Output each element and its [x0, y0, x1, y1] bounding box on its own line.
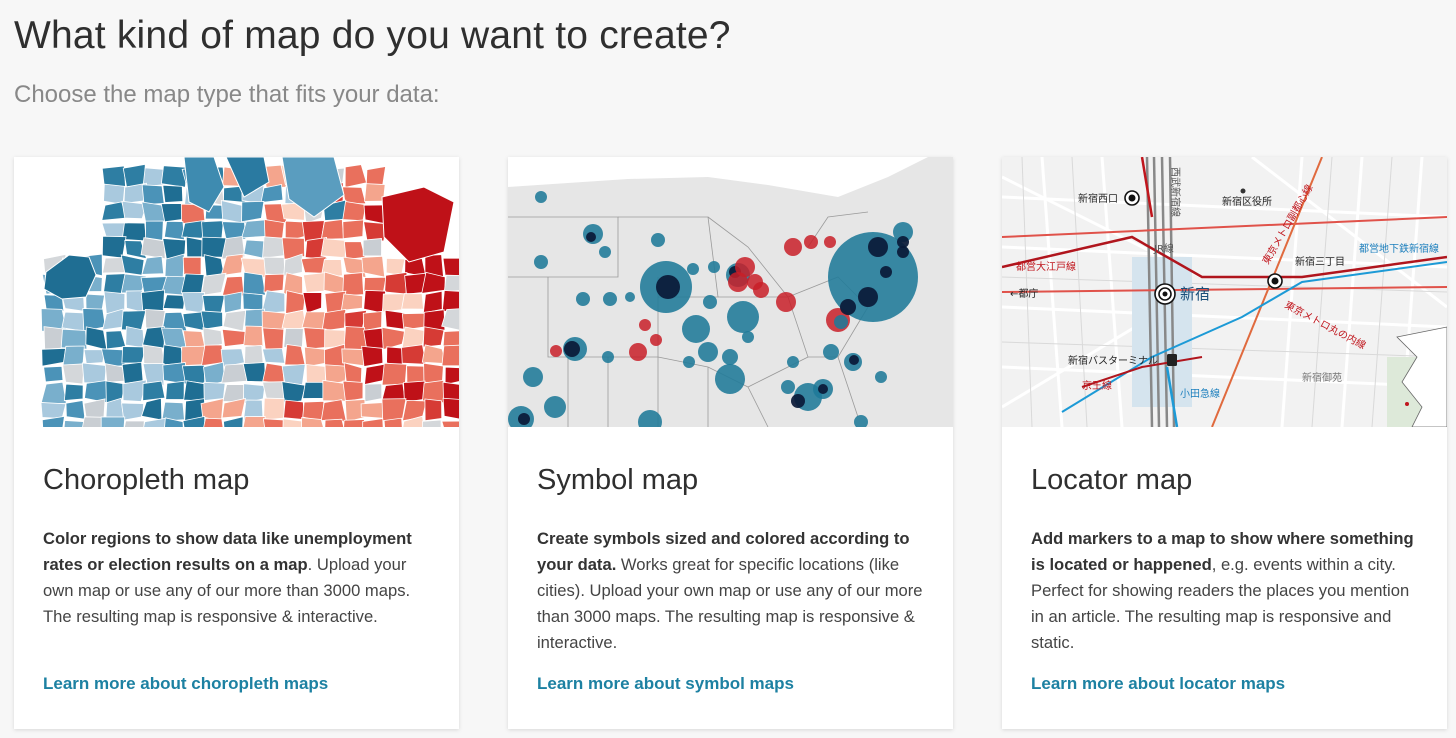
label-oedo: 都営大江戸線	[1016, 260, 1076, 273]
choropleth-map-image	[14, 157, 459, 427]
card-title: Symbol map	[537, 464, 699, 496]
label-nishiguchi: 新宿西口	[1078, 192, 1118, 205]
learn-more-choropleth-link[interactable]: Learn more about choropleth maps	[43, 674, 328, 694]
label-sanchome: 新宿三丁目	[1295, 255, 1345, 268]
learn-more-symbol-link[interactable]: Learn more about symbol maps	[537, 674, 794, 694]
label-gyoen: 新宿御苑	[1302, 371, 1342, 384]
label-keio: 京王線	[1082, 379, 1112, 392]
card-description: Add markers to a map to show where somet…	[1031, 529, 1414, 652]
label-kuyakusho: 新宿区役所	[1222, 195, 1272, 208]
label-tocho: ←都庁	[1010, 287, 1038, 300]
card-title: Locator map	[1031, 464, 1193, 496]
label-shinjuku: 新宿	[1180, 285, 1210, 303]
locator-card[interactable]: 新宿西口 新宿区役所 都営大江戸線 JR線 新宿 新宿三丁目 都営地下鉄新宿線 …	[1002, 157, 1447, 729]
learn-more-locator-link[interactable]: Learn more about locator maps	[1031, 674, 1285, 694]
card-title: Choropleth map	[43, 464, 250, 496]
page-title: What kind of map do you want to create?	[14, 14, 731, 57]
card-description: Color regions to show data like unemploy…	[43, 529, 412, 626]
label-seibu: 西武新宿線	[1169, 167, 1182, 217]
label-chikatetsu: 都営地下鉄新宿線	[1359, 242, 1439, 255]
page-subtitle: Choose the map type that fits your data:	[14, 81, 440, 108]
label-jr: JR線	[1153, 242, 1174, 255]
choropleth-card[interactable]: Choropleth map Color regions to show dat…	[14, 157, 459, 729]
label-odakyu: 小田急線	[1180, 387, 1220, 400]
label-busta: 新宿バスターミナル	[1068, 354, 1158, 367]
locator-map-image: 新宿西口 新宿区役所 都営大江戸線 JR線 新宿 新宿三丁目 都営地下鉄新宿線 …	[1002, 157, 1447, 427]
card-description: Create symbols sized and colored accordi…	[537, 529, 923, 652]
symbol-card[interactable]: Symbol map Create symbols sized and colo…	[508, 157, 953, 729]
symbol-map-image	[508, 157, 953, 427]
